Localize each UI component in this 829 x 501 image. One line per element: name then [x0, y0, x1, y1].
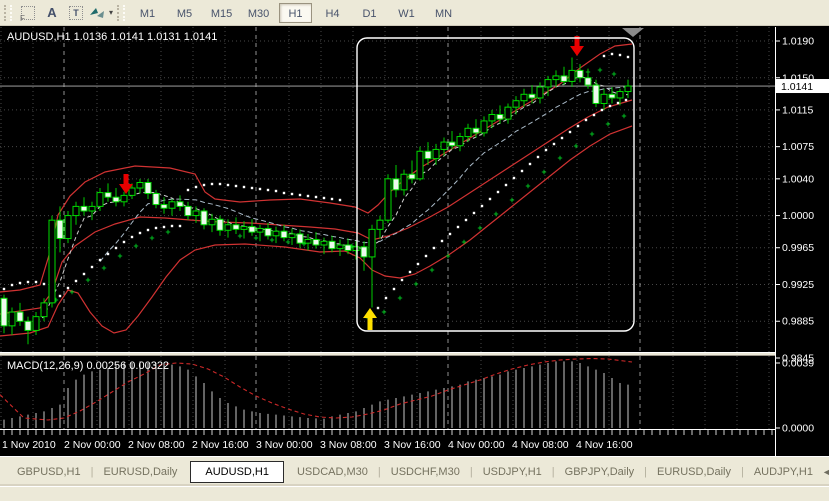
chart-area[interactable]: 1 Nov 2010 2 Nov 00:00 2 Nov 08:00 2 Nov 16… [0, 0, 829, 456]
timeframe-button-h1[interactable]: H1 [279, 2, 313, 23]
tab-eurusd-daily[interactable]: EURUSD,Daily [94, 464, 186, 480]
f-grid-icon-glyph: F [20, 13, 25, 23]
chart-tabs: GBPUSD,H1 | EURUSD,Daily AUDUSD,H1 USDCAD,M3… [8, 460, 822, 483]
svg-text:0.9965: 0.9965 [782, 242, 814, 254]
timeframe-button-m30[interactable]: M30 [242, 3, 275, 23]
timeframe-buttons: M1 M5 M15 M30 H1 H4 D1 W1 MN [129, 2, 462, 23]
svg-text:0.0039: 0.0039 [782, 358, 814, 370]
svg-text:3 Nov 08:00: 3 Nov 08:00 [320, 439, 377, 451]
tab-eurusd-daily[interactable]: EURUSD,Daily [648, 464, 740, 480]
tab-usdcad-m30[interactable]: USDCAD,M30 [288, 464, 377, 480]
tab-audusd-h1[interactable]: AUDUSD,H1 [190, 460, 284, 483]
text-label-glyph: T [73, 7, 79, 18]
svg-text:2 Nov 00:00: 2 Nov 00:00 [64, 439, 121, 451]
svg-text:1.0075: 1.0075 [782, 141, 814, 153]
arrow-objects-icon[interactable]: ▾ [88, 3, 113, 23]
text-label-icon-box: T [69, 5, 83, 20]
tab-gbpusd-h1[interactable]: GBPUSD,H1 [8, 464, 90, 480]
svg-text:2 Nov 08:00: 2 Nov 08:00 [128, 439, 185, 451]
svg-text:1.0115: 1.0115 [782, 104, 813, 116]
svg-text:3 Nov 16:00: 3 Nov 16:00 [384, 439, 441, 451]
tab-gbpjpy-daily[interactable]: GBPJPY,Daily [556, 464, 644, 480]
arrow-objects-glyph [90, 7, 104, 18]
timeframe-button-mn[interactable]: MN [427, 3, 460, 23]
mt4-window: { "toolbar": { "icons": [ {"name": "f-gr… [0, 0, 829, 501]
svg-text:1.0000: 1.0000 [782, 210, 814, 222]
macd-indicator-label: MACD(12,26,9) 0.00256 0.00322 [7, 360, 170, 372]
svg-text:4 Nov 16:00: 4 Nov 16:00 [576, 439, 633, 451]
dropdown-caret-icon: ▾ [109, 8, 114, 17]
tab-scroll-left-icon[interactable]: ◄ [822, 467, 829, 477]
toolbar-grip2-icon[interactable] [117, 4, 126, 21]
svg-text:3 Nov 00:00: 3 Nov 00:00 [256, 439, 313, 451]
text-label-icon[interactable]: T [64, 3, 88, 23]
chart-tabbar: GBPUSD,H1 | EURUSD,Daily AUDUSD,H1 USDCAD,M3… [0, 456, 829, 486]
tab-scroll-buttons: ◄ ► [822, 467, 829, 477]
toolbar: F A T ▾ M1 M5 M15 M30 H1 H4 D1 W1 MN [0, 0, 829, 26]
chart-title: AUDUSD,H1 1.0136 1.0141 1.0131 1.0141 [7, 31, 218, 43]
timeframe-button-m15[interactable]: M15 [205, 3, 238, 23]
timeframe-button-m1[interactable]: M1 [131, 3, 164, 23]
timeframe-button-m5[interactable]: M5 [168, 3, 201, 23]
svg-text:2 Nov 16:00: 2 Nov 16:00 [192, 439, 249, 451]
status-bar [0, 486, 829, 501]
timeframe-button-w1[interactable]: W1 [390, 3, 423, 23]
current-price-value: 1.0141 [781, 81, 813, 93]
svg-text:4 Nov 00:00: 4 Nov 00:00 [448, 439, 505, 451]
svg-text:1.0190: 1.0190 [782, 36, 814, 48]
f-grid-icon-box: F [20, 5, 35, 23]
timeframe-button-h4[interactable]: H4 [316, 3, 349, 23]
svg-text:0.9925: 0.9925 [782, 279, 814, 291]
tab-usdchf-m30[interactable]: USDCHF,M30 [382, 464, 469, 480]
svg-text:1.0040: 1.0040 [782, 173, 814, 185]
insert-text-glyph: A [47, 5, 57, 20]
f-grid-icon[interactable]: F [16, 3, 40, 23]
tab-usdjpy-h1[interactable]: USDJPY,H1 [474, 464, 551, 480]
timeframe-button-d1[interactable]: D1 [353, 3, 386, 23]
svg-text:0.9885: 0.9885 [782, 316, 814, 328]
toolbar-grip-icon[interactable] [4, 4, 12, 21]
svg-text:4 Nov 08:00: 4 Nov 08:00 [512, 439, 569, 451]
insert-text-icon[interactable]: A [40, 3, 64, 23]
svg-text:1 Nov 2010: 1 Nov 2010 [2, 439, 56, 451]
tab-audjpy-h1[interactable]: AUDJPY,H1 [745, 464, 822, 480]
svg-text:0.0000: 0.0000 [782, 423, 814, 435]
